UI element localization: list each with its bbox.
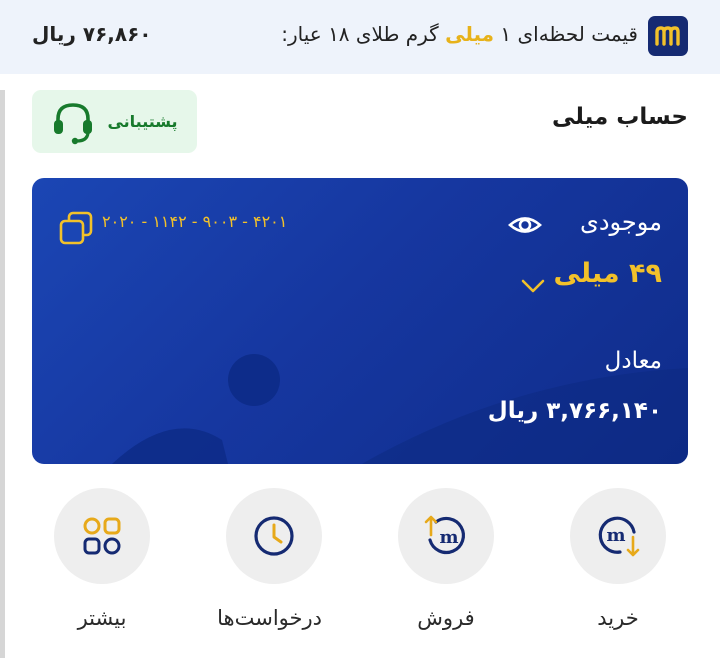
sell-circle: m — [398, 488, 494, 584]
price-title-highlight: میلی — [445, 22, 495, 46]
more-label: بیشتر — [77, 606, 127, 630]
left-edge-scrollbar — [0, 90, 5, 658]
brand-logo — [648, 16, 688, 56]
eye-icon[interactable] — [508, 212, 542, 238]
copy-icon[interactable] — [58, 210, 94, 246]
svg-text:m: m — [606, 525, 625, 546]
buy-circle: m — [570, 488, 666, 584]
equivalent-label: معادل — [604, 348, 662, 374]
price-bar: قیمت لحظه‌ای ۱ میلی گرم طلای ۱۸ عیار: ۷۶… — [0, 0, 720, 74]
requests-button[interactable]: درخواست‌ها — [217, 488, 322, 630]
sell-icon: m — [424, 515, 465, 555]
buy-button[interactable]: m خرید — [570, 488, 666, 630]
grid-icon — [83, 517, 121, 555]
chevron-down-icon[interactable] — [520, 278, 546, 294]
clock-icon — [254, 516, 294, 556]
svg-text:m: m — [439, 527, 458, 548]
support-label: پشتیبانی — [107, 112, 178, 131]
page-title: حساب میلی — [551, 104, 688, 130]
headset-icon — [54, 102, 93, 144]
balance-card: موجودی ۴۹ میلی ۴۲۰۱ - ۹۰۰۳ - ۱۱۴۲ - ۲۰۲۰… — [32, 178, 688, 464]
gold-price-title: قیمت لحظه‌ای ۱ میلی گرم طلای ۱۸ عیار: — [281, 22, 638, 46]
balance-label: موجودی — [580, 208, 662, 236]
price-title-part1: قیمت لحظه‌ای ۱ — [500, 22, 638, 46]
sell-label: فروش — [417, 606, 475, 630]
price-title-part2: گرم طلای ۱۸ عیار: — [281, 22, 439, 46]
requests-label: درخواست‌ها — [217, 606, 322, 630]
more-circle — [54, 488, 150, 584]
sell-button[interactable]: m فروش — [398, 488, 494, 630]
buy-label: خرید — [597, 606, 639, 630]
equivalent-value: ۳,۷۶۶,۱۴۰ ریال — [487, 398, 662, 424]
buy-icon: m — [598, 516, 640, 557]
account-number: ۴۲۰۱ - ۹۰۰۳ - ۱۱۴۲ - ۲۰۲۰ — [102, 212, 288, 231]
more-button[interactable]: بیشتر — [54, 488, 150, 630]
balance-value: ۴۹ میلی — [553, 258, 662, 289]
logo-m-icon — [655, 26, 680, 46]
gold-price-value: ۷۶,۸۶۰ ریال — [32, 22, 152, 46]
requests-circle — [226, 488, 322, 584]
support-button[interactable]: پشتیبانی — [32, 90, 197, 153]
